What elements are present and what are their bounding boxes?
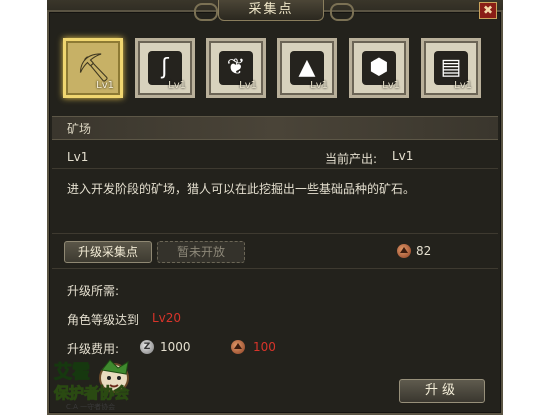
tool-slot-stone[interactable]: ▲ Lv1 <box>277 38 337 98</box>
upgrade-button[interactable]: 升级 <box>399 379 485 403</box>
window-title: 采集点 <box>218 0 324 21</box>
tool-level: Lv1 <box>96 80 114 91</box>
watermark-line-2: 保护者协会 <box>53 384 129 402</box>
ore-icon <box>397 244 411 258</box>
tool-level: Lv1 <box>168 80 186 91</box>
tool-slot-fishing[interactable]: ʃ Lv1 <box>135 38 195 98</box>
tool-slot-scroll[interactable]: ▤ Lv1 <box>421 38 481 98</box>
watermark-line-1: 艾霍 <box>54 361 90 383</box>
silver-coin-icon <box>140 340 154 354</box>
tool-slot-herb[interactable]: ❦ Lv1 <box>206 38 266 98</box>
tab-upgrade-point[interactable]: 升级采集点 <box>64 241 152 263</box>
watermark-line-3: C.A 一守者协会 <box>66 402 115 411</box>
current-level: Lv1 <box>67 150 89 164</box>
tool-slot-hex-ore[interactable]: ⬢ Lv1 <box>349 38 409 98</box>
divider <box>52 168 498 169</box>
output-value: Lv1 <box>392 149 414 163</box>
left-scroll-ornament-icon <box>194 3 218 21</box>
tab-locked[interactable]: 暂未开放 <box>157 241 245 263</box>
divider <box>52 233 498 234</box>
tool-level: Lv1 <box>310 80 328 91</box>
close-button[interactable]: ✖ <box>479 2 497 19</box>
section-header-bar <box>52 116 498 140</box>
tool-level: Lv1 <box>239 80 257 91</box>
divider <box>52 268 498 269</box>
tool-slot-pickaxe[interactable]: ⛏ Lv1 <box>63 38 123 98</box>
silver-cost: 1000 <box>160 340 191 354</box>
right-scroll-ornament-icon <box>330 3 354 21</box>
ore-count: 82 <box>416 244 432 258</box>
cost-label: 升级费用: <box>67 342 120 356</box>
role-level-value: Lv20 <box>152 311 182 325</box>
tool-level: Lv1 <box>382 80 400 91</box>
description: 进入开发阶段的矿场，猎人可以在此挖掘出一些基础品种的矿石。 <box>67 182 416 196</box>
ore-icon <box>231 340 245 354</box>
requirements-header: 升级所需: <box>67 284 120 298</box>
ore-cost: 100 <box>253 340 276 354</box>
output-label: 当前产出: <box>325 152 378 166</box>
section-title: 矿场 <box>67 122 92 136</box>
tool-level: Lv1 <box>454 80 472 91</box>
role-level-label: 角色等级达到 <box>67 313 140 327</box>
watermark-logo: 艾霍 保护者协会 C.A 一守者协会 <box>52 356 152 412</box>
